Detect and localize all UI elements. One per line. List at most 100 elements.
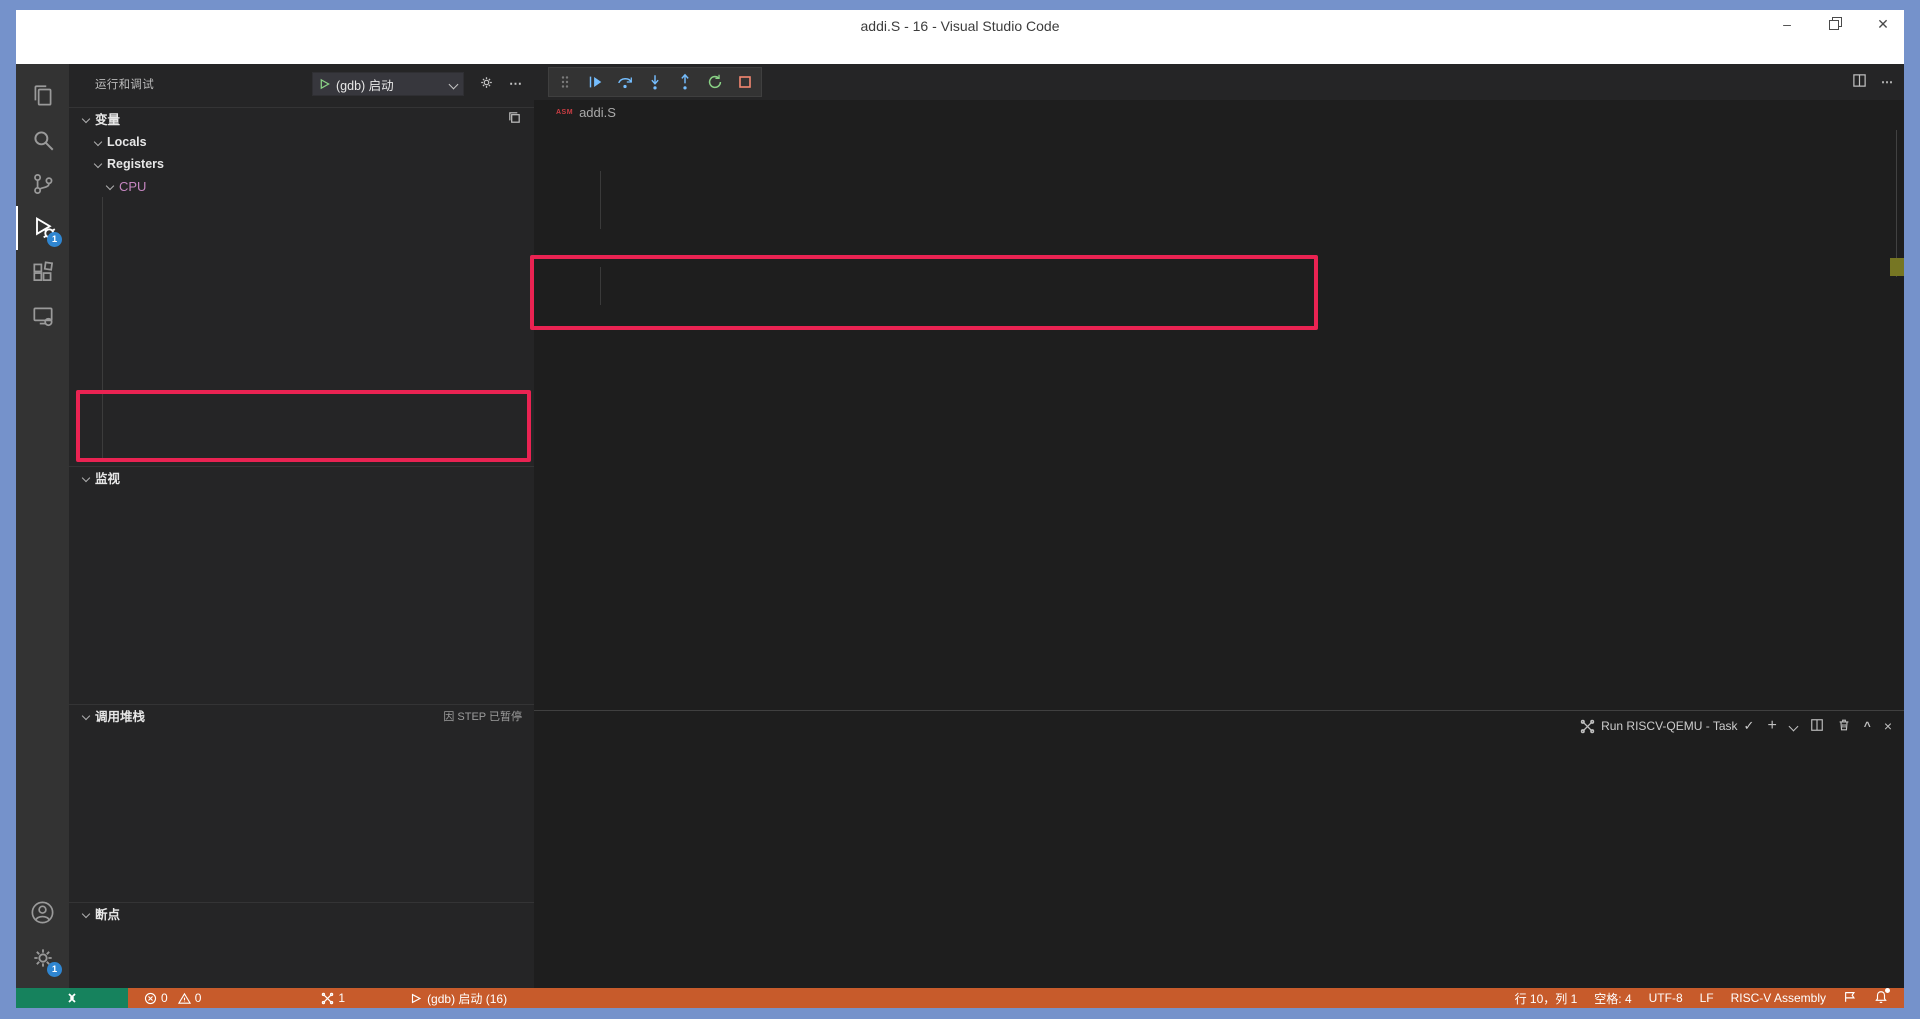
status-bar-right: 行 10，列 1 空格: 4 UTF-8 LF RISC-V Assembly bbox=[1515, 987, 1904, 1007]
call-stack-section-label: 调用堆栈 bbox=[95, 710, 146, 724]
editor-actions: ⋯ bbox=[1852, 64, 1894, 100]
close-button[interactable]: ✕ bbox=[1872, 16, 1894, 33]
more-actions-button[interactable]: ⋯ bbox=[509, 76, 524, 92]
panel-header: Run RISCV-QEMU - Task ✓ + ^ × bbox=[534, 711, 1904, 741]
variables-section-header[interactable]: 变量 bbox=[69, 107, 534, 129]
feedback-button[interactable] bbox=[1843, 990, 1857, 1007]
indent-guide bbox=[600, 171, 601, 229]
overview-current-line-marker bbox=[1890, 258, 1904, 276]
maximize-panel-button[interactable]: ^ bbox=[1864, 719, 1871, 733]
sidebar-item-explorer[interactable] bbox=[16, 74, 69, 118]
chevron-down-icon bbox=[93, 137, 103, 147]
watch-section-header[interactable]: 监视 bbox=[69, 466, 534, 488]
step-into-button[interactable] bbox=[645, 72, 665, 92]
code-editor[interactable] bbox=[534, 124, 1904, 710]
status-bar: 0 0 1 (gdb) 启动 (16) 行 10，列 1 空格: 4 UTF-8… bbox=[16, 987, 1904, 1008]
notifications-button[interactable] bbox=[1874, 987, 1890, 1007]
tools-icon bbox=[1580, 719, 1595, 733]
debug-settings-gear[interactable] bbox=[478, 74, 495, 94]
sidebar-item-remote-explorer[interactable] bbox=[16, 294, 69, 338]
collapse-subregions-icon[interactable] bbox=[507, 110, 522, 128]
desktop: addi.S - 16 - Visual Studio Code – ✕ 1 1… bbox=[0, 0, 1920, 1019]
tasks-count: 1 bbox=[338, 991, 346, 1005]
account-button[interactable] bbox=[16, 890, 69, 934]
warning-icon bbox=[177, 992, 191, 1004]
settings-button[interactable]: 1 bbox=[16, 936, 69, 980]
asm-file-icon: ASM bbox=[556, 108, 574, 116]
eol[interactable]: LF bbox=[1700, 991, 1714, 1005]
kill-terminal-button[interactable] bbox=[1837, 718, 1851, 735]
chevron-down-icon bbox=[81, 909, 91, 918]
debug-sidebar-header: 运行和调试 (gdb) 启动 ⋯ bbox=[69, 64, 534, 104]
launch-config-select[interactable]: (gdb) 启动 bbox=[312, 72, 464, 96]
account-icon bbox=[31, 901, 54, 923]
call-stack-section-header[interactable]: 调用堆栈 因 STEP 已暂停 bbox=[69, 704, 534, 726]
debug-toolbar bbox=[548, 67, 762, 97]
sidebar-item-source-control[interactable] bbox=[16, 162, 69, 206]
sidebar-item-search[interactable] bbox=[16, 118, 69, 162]
titlebar: addi.S - 16 - Visual Studio Code – ✕ bbox=[16, 10, 1904, 44]
split-terminal-button[interactable] bbox=[1810, 718, 1824, 735]
sidebar-title: 运行和调试 bbox=[95, 79, 154, 91]
tree-item-registers[interactable]: Registers bbox=[69, 153, 534, 175]
variables-section-label: 变量 bbox=[95, 113, 121, 127]
toolbar-drag-handle[interactable] bbox=[555, 72, 575, 92]
step-over-button[interactable] bbox=[615, 72, 635, 92]
language-mode[interactable]: RISC-V Assembly bbox=[1731, 991, 1826, 1005]
task-label: Run RISCV-QEMU - Task bbox=[1601, 719, 1738, 733]
files-icon bbox=[34, 85, 51, 106]
breakpoints-section-label: 断点 bbox=[95, 908, 121, 922]
tree-indent-guide bbox=[102, 197, 103, 461]
debug-session-indicator[interactable]: (gdb) 启动 (16) bbox=[409, 990, 507, 1007]
gear-icon bbox=[481, 77, 492, 88]
paused-status: 因 STEP 已暂停 bbox=[443, 710, 522, 723]
more-actions-button[interactable]: ⋯ bbox=[1881, 75, 1894, 89]
close-panel-button[interactable]: × bbox=[1884, 718, 1892, 734]
settings-badge: 1 bbox=[47, 962, 62, 977]
terminal-task-select[interactable]: Run RISCV-QEMU - Task ✓ bbox=[1580, 718, 1754, 734]
problems-indicator[interactable]: 0 0 bbox=[144, 991, 201, 1005]
overview-ruler bbox=[1896, 130, 1897, 277]
breakpoints-section-header[interactable]: 断点 bbox=[69, 902, 534, 924]
workbench: 1 1 运行和调试 (gdb) 启动 ⋯ 变量 Locals Registers… bbox=[16, 64, 1904, 988]
feedback-icon bbox=[1845, 991, 1856, 1002]
error-icon bbox=[144, 992, 157, 1004]
warning-count: 0 bbox=[194, 991, 202, 1005]
search-icon bbox=[33, 131, 53, 151]
stop-button[interactable] bbox=[735, 72, 755, 92]
step-out-button[interactable] bbox=[675, 72, 695, 92]
debug-badge: 1 bbox=[47, 232, 62, 247]
watch-section-label: 监视 bbox=[95, 472, 121, 486]
debug-play-icon bbox=[411, 993, 422, 1003]
chevron-down-icon[interactable] bbox=[1788, 721, 1799, 731]
new-terminal-button[interactable]: + bbox=[1767, 717, 1776, 735]
breadcrumb[interactable]: ASM addi.S bbox=[534, 100, 1904, 124]
menu-bar bbox=[16, 44, 1904, 64]
remote-explorer-icon bbox=[32, 307, 53, 327]
activity-bar: 1 1 bbox=[16, 64, 69, 988]
encoding[interactable]: UTF-8 bbox=[1649, 991, 1683, 1005]
chevron-down-icon bbox=[81, 473, 91, 482]
minimize-button[interactable]: – bbox=[1776, 16, 1798, 33]
indent-guide bbox=[600, 267, 601, 305]
sidebar-item-extensions[interactable] bbox=[16, 250, 69, 294]
remote-indicator[interactable] bbox=[16, 988, 128, 1008]
restart-button[interactable] bbox=[705, 72, 725, 92]
split-editor-button[interactable] bbox=[1852, 73, 1867, 91]
sidebar-item-run-and-debug[interactable]: 1 bbox=[16, 206, 69, 250]
restore-button[interactable] bbox=[1824, 16, 1846, 33]
terminal-output[interactable] bbox=[534, 741, 1904, 988]
editor-group: ⋯ ASM addi.S Run RISCV-QEMU - Task ✓ + ^… bbox=[534, 64, 1904, 988]
tree-item-locals[interactable]: Locals bbox=[69, 131, 534, 153]
minimap[interactable] bbox=[1785, 130, 1891, 290]
notification-dot bbox=[1885, 987, 1890, 993]
editor-tabbar: ⋯ bbox=[534, 64, 1904, 100]
remote-icon bbox=[68, 993, 76, 1003]
continue-button[interactable] bbox=[585, 72, 605, 92]
running-tasks-indicator[interactable]: 1 bbox=[321, 991, 345, 1005]
vscode-window: addi.S - 16 - Visual Studio Code – ✕ 1 1… bbox=[16, 10, 1904, 1008]
indentation[interactable]: 空格: 4 bbox=[1594, 990, 1631, 1007]
chevron-down-icon bbox=[105, 181, 115, 191]
cursor-position[interactable]: 行 10，列 1 bbox=[1515, 990, 1578, 1007]
tree-item-cpu[interactable]: CPU bbox=[69, 175, 534, 197]
